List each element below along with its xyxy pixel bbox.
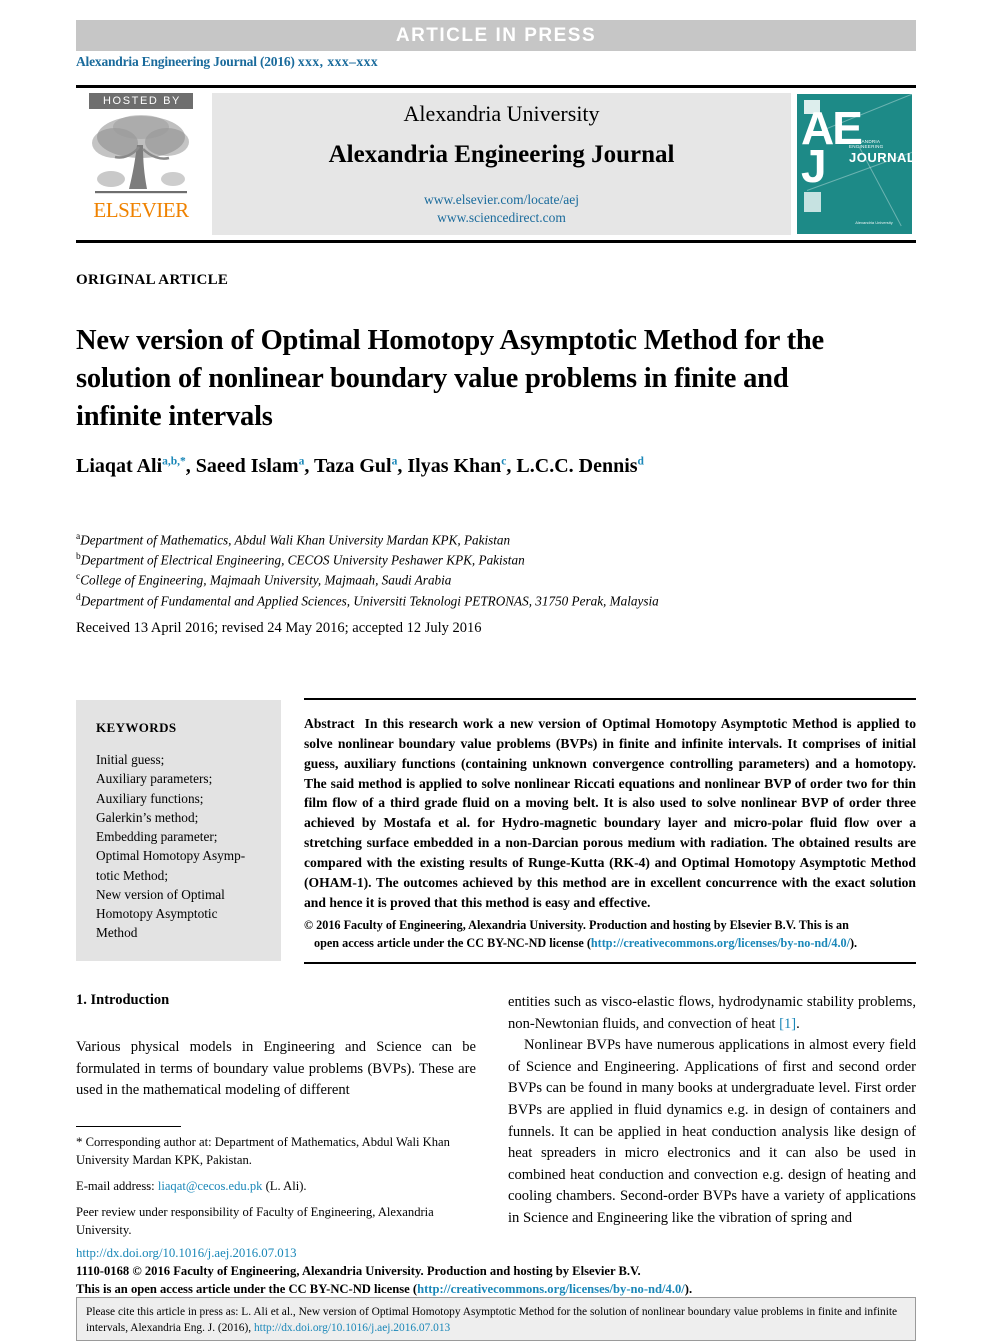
keywords-box: KEYWORDS Initial guess; Auxiliary paramet… — [76, 700, 281, 961]
intro-paragraph-right-1: entities such as visco-elastic flows, hy… — [508, 992, 916, 1035]
keyword-item: Galerkin’s method; — [96, 809, 199, 825]
keyword-item: Initial guess; — [96, 752, 165, 767]
footer-license-line: This is an open access article under the… — [76, 1281, 936, 1299]
article-in-press-banner: ARTICLE IN PRESS — [76, 20, 916, 51]
email-label: E-mail address: — [76, 1178, 158, 1193]
email-suffix: (L. Ali). — [262, 1178, 307, 1193]
journal-reference-prefix: Alexandria Engineering Journal (2016) — [76, 54, 298, 69]
masthead-links: www.elsevier.com/locate/aej www.scienced… — [424, 191, 579, 227]
footnote-block: * Corresponding author at: Department of… — [76, 1126, 476, 1247]
cover-journal-rest: OURNAL — [856, 150, 912, 165]
footer-license-link[interactable]: http://creativecommons.org/licenses/by-n… — [417, 1282, 685, 1296]
keyword-item: Method — [96, 925, 138, 941]
license-text-pre: open access article under the CC BY-NC-N… — [314, 935, 591, 950]
elsevier-wordmark: ELSEVIER — [93, 198, 189, 222]
journal-reference-volume: xxx, xxx–xxx — [297, 54, 379, 69]
affiliation-mark: d — [76, 592, 81, 603]
cover-footer-text: Alexandria University — [855, 219, 893, 225]
peer-review-note: Peer review under responsibility of Facu… — [76, 1204, 434, 1237]
hosted-by-label: HOSTED BY — [89, 93, 193, 109]
abstract-body: In this research work a new version of O… — [304, 716, 916, 910]
affiliation-mark: b — [76, 552, 81, 563]
right-para-1-post: . — [796, 1015, 800, 1032]
cover-journal-small: ALEXANDRIA ENGINEERING — [849, 139, 884, 149]
footer-license-pre: This is an open access article under the… — [76, 1281, 418, 1296]
affiliation-item: dDepartment of Fundamental and Applied S… — [76, 592, 659, 608]
citation-box: Please cite this article in press as: L.… — [76, 1297, 916, 1341]
cc-license-link[interactable]: http://creativecommons.org/licenses/by-n… — [591, 936, 850, 950]
copyright-line-2: open access article under the CC BY-NC-N… — [304, 935, 916, 952]
keyword-item: totic Method; — [96, 867, 169, 883]
article-type-label: ORIGINAL ARTICLE — [76, 272, 229, 288]
right-para-1-pre: entities such as visco-elastic flows, hy… — [508, 994, 916, 1032]
keyword-item: Homotopy Asymptotic — [96, 906, 218, 922]
author-email-link[interactable]: liaqat@cecos.edu.pk — [158, 1179, 263, 1193]
keyword-item: Optimal Homotopy Asymp- — [96, 848, 246, 864]
sciencedirect-link[interactable]: www.sciencedirect.com — [424, 209, 579, 227]
cover-bottom-logo — [804, 192, 821, 212]
body-column-left: 1. Introduction Various physical models … — [76, 992, 476, 1102]
affiliation-item: bDepartment of Electrical Engineering, C… — [76, 552, 525, 568]
abstract-copyright: © 2016 Faculty of Engineering, Alexandri… — [304, 917, 916, 951]
cover-journal-initial: J — [849, 150, 857, 165]
issn-line: 1110-0168 © 2016 Faculty of Engineering,… — [76, 1264, 641, 1278]
journal-title-block: Alexandria University Alexandria Enginee… — [212, 93, 791, 235]
citation-doi-link[interactable]: http://dx.doi.org/10.1016/j.aej.2016.07.… — [254, 1322, 450, 1334]
elsevier-tree-icon — [92, 115, 189, 194]
copyright-line-1: © 2016 Faculty of Engineering, Alexandri… — [304, 918, 849, 933]
journal-reference-line: Alexandria Engineering Journal (2016) xx… — [76, 54, 378, 70]
corresponding-author-note: * Corresponding author at: Department of… — [76, 1133, 476, 1170]
journal-cover-image: AE J ALEXANDRIA ENGINEERING JOURNAL Alex… — [797, 94, 912, 234]
affiliation-list: aDepartment of Mathematics, Abdul Wali K… — [76, 530, 916, 611]
abstract-text: Abstract In this research work a new vers… — [304, 714, 916, 912]
author-list: Liaqat Alia,b,*, Saeed Islama, Taza Gula… — [76, 455, 644, 477]
article-history-dates: Received 13 April 2016; revised 24 May 2… — [76, 620, 482, 636]
affiliation-item: cCollege of Engineering, Majmaah Univers… — [76, 572, 452, 588]
intro-paragraph-left: Various physical models in Engineering a… — [76, 1039, 476, 1099]
elsevier-logo-block: HOSTED BY ELSEVIER — [76, 88, 206, 240]
affiliation-item: aDepartment of Mathematics, Abdul Wali K… — [76, 532, 511, 548]
page-title: New version of Optimal Homotopy Asymptot… — [76, 325, 824, 432]
journal-title: Alexandria Engineering Journal — [328, 140, 675, 168]
body-column-right: entities such as visco-elastic flows, hy… — [508, 992, 916, 1230]
keywords-heading: KEYWORDS — [96, 720, 177, 735]
corresponding-author-text: Corresponding author at: Department of M… — [76, 1135, 450, 1167]
license-text-post: ). — [849, 935, 858, 950]
footnote-divider — [76, 1126, 181, 1127]
intro-paragraph-right-2: Nonlinear BVPs have numerous application… — [508, 1037, 916, 1226]
keyword-item: Auxiliary functions; — [96, 790, 204, 806]
reference-link-1[interactable]: [1] — [779, 1016, 796, 1032]
abstract-label: Abstract — [304, 716, 355, 731]
keyword-item: New version of Optimal — [96, 886, 225, 902]
citation-text: Please cite this article in press as: L.… — [86, 1306, 898, 1335]
affiliation-mark: c — [76, 572, 81, 583]
email-note: E-mail address: liaqat@cecos.edu.pk (L. … — [76, 1178, 476, 1196]
doi-link[interactable]: http://dx.doi.org/10.1016/j.aej.2016.07.… — [76, 1246, 916, 1261]
cover-journal-word: ALEXANDRIA ENGINEERING JOURNAL — [849, 139, 912, 165]
affiliation-mark: a — [76, 532, 81, 542]
asterisk-icon: * — [76, 1134, 83, 1149]
keywords-list: Initial guess; Auxiliary parameters; Auxil… — [96, 750, 265, 943]
issn-copyright-block: 1110-0168 © 2016 Faculty of Engineering,… — [76, 1263, 936, 1298]
article-page: ARTICLE IN PRESS Alexandria Engineering … — [0, 0, 992, 1341]
section-heading-introduction: 1. Introduction — [76, 992, 170, 1008]
keyword-item: Auxiliary parameters; — [96, 771, 213, 787]
journal-masthead: HOSTED BY ELSEVIER Alexandria University… — [76, 85, 916, 243]
abstract-block: Abstract In this research work a new vers… — [304, 698, 916, 964]
elsevier-locate-link[interactable]: www.elsevier.com/locate/aej — [424, 191, 579, 209]
university-name: Alexandria University — [403, 100, 600, 126]
keyword-item: Embedding parameter; — [96, 829, 218, 845]
footer-license-post: ). — [684, 1281, 693, 1296]
